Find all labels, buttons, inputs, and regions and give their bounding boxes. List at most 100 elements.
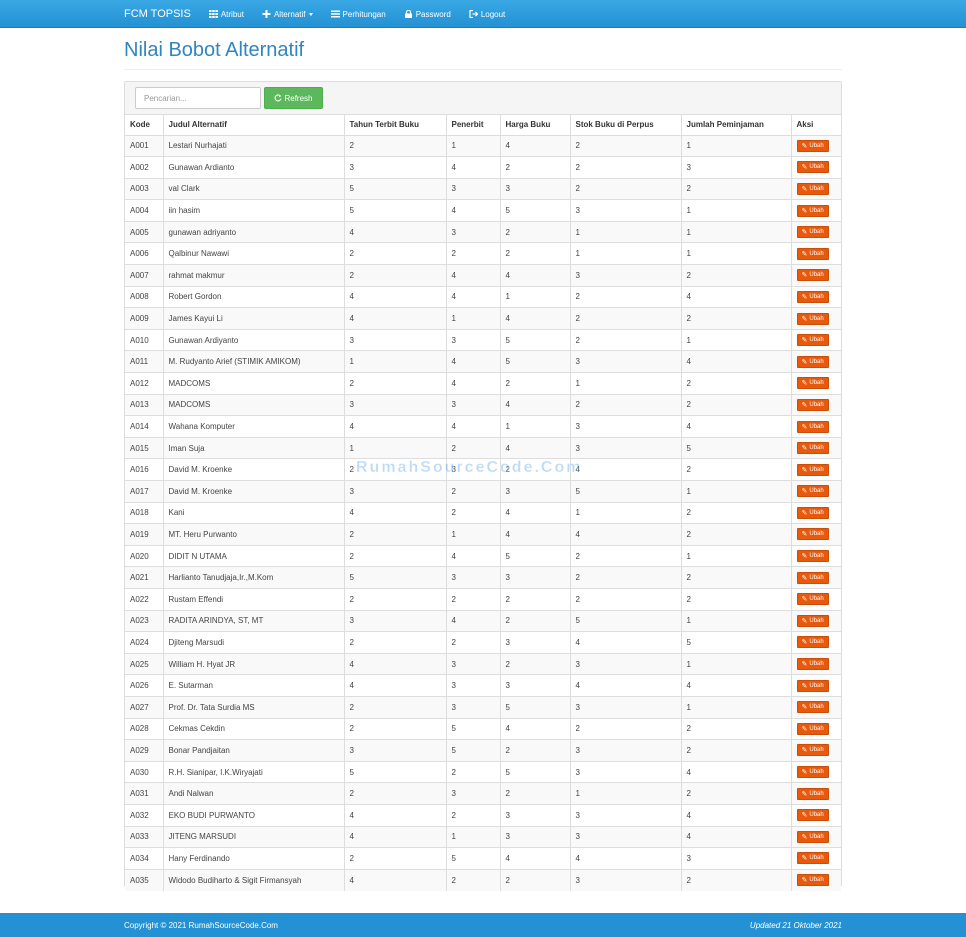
cell-penerbit: 3 [445, 782, 500, 805]
ubah-button[interactable]: ✎ Ubah [796, 874, 829, 887]
cell-stok: 3 [569, 415, 681, 438]
cell-aksi: ✎ Ubah [790, 242, 841, 265]
ubah-button[interactable]: ✎ Ubah [796, 247, 829, 260]
cell-penerbit: 4 [445, 350, 500, 373]
ubah-label: Ubah [809, 488, 824, 495]
cell-judul: RADITA ARINDYA, ST, MT [162, 609, 344, 632]
cell-kode: A002 [125, 156, 163, 179]
cell-tahun: 3 [343, 480, 446, 503]
nav-perhitungan[interactable]: Perhitungan [330, 10, 386, 19]
ubah-button[interactable]: ✎ Ubah [796, 830, 829, 843]
ubah-button[interactable]: ✎ Ubah [796, 334, 829, 347]
cell-tahun: 5 [343, 760, 446, 783]
nav-alternatif-dropdown[interactable]: Alternatif [262, 10, 313, 19]
cell-judul: MT. Heru Purwanto [162, 523, 344, 546]
refresh-button[interactable]: Refresh [264, 87, 323, 109]
cell-aksi: ✎ Ubah [790, 415, 841, 438]
refresh-label: Refresh [284, 93, 313, 103]
grid-icon [208, 10, 218, 18]
cell-judul: iin hasim [162, 199, 344, 222]
ubah-button[interactable]: ✎ Ubah [796, 226, 829, 239]
ubah-button[interactable]: ✎ Ubah [796, 766, 829, 779]
nav-atribut[interactable]: Atribut [208, 10, 244, 19]
cell-penerbit: 1 [445, 307, 500, 330]
cell-aksi: ✎ Ubah [790, 350, 841, 373]
ubah-button[interactable]: ✎ Ubah [796, 182, 829, 195]
cell-judul: Djiteng Marsudi [162, 631, 344, 654]
cell-stok: 4 [569, 523, 681, 546]
ubah-button[interactable]: ✎ Ubah [796, 701, 829, 714]
ubah-button[interactable]: ✎ Ubah [796, 679, 829, 692]
cell-penerbit: 2 [445, 501, 500, 524]
ubah-button[interactable]: ✎ Ubah [796, 852, 829, 865]
table-body: A001 Lestari Nurhajati 2 1 4 2 1 ✎ Ubah A002 Gunaw… [125, 134, 841, 891]
brand-link[interactable]: FCM TOPSIS [124, 8, 191, 20]
ubah-button[interactable]: ✎ Ubah [796, 571, 829, 584]
ubah-button[interactable]: ✎ Ubah [796, 485, 829, 498]
edit-icon: ✎ [801, 639, 808, 647]
ubah-button[interactable]: ✎ Ubah [796, 377, 829, 390]
ubah-label: Ubah [809, 812, 824, 819]
cell-penerbit: 4 [445, 264, 500, 287]
cell-penerbit: 2 [445, 868, 500, 891]
cell-judul: gunawan adriyanto [162, 220, 344, 243]
table-header-row: Kode Judul Alternatif Tahun Terbit Buku … [125, 115, 841, 136]
ubah-button[interactable]: ✎ Ubah [796, 204, 829, 217]
ubah-button[interactable]: ✎ Ubah [796, 398, 829, 411]
ubah-button[interactable]: ✎ Ubah [796, 787, 829, 800]
cell-stok: 2 [569, 307, 681, 330]
edit-icon: ✎ [801, 812, 808, 820]
ubah-button[interactable]: ✎ Ubah [796, 614, 829, 627]
cell-tahun: 2 [343, 264, 446, 287]
footer: Copyright © 2021 RumahSourceCode.Com Upd… [0, 913, 966, 937]
ubah-button[interactable]: ✎ Ubah [796, 290, 829, 303]
cell-jumlah: 2 [680, 717, 791, 740]
ubah-button[interactable]: ✎ Ubah [796, 658, 829, 671]
cell-stok: 3 [569, 350, 681, 373]
cell-stok: 2 [569, 587, 681, 611]
cell-tahun: 2 [343, 544, 446, 567]
edit-icon: ✎ [801, 790, 808, 798]
ubah-button[interactable]: ✎ Ubah [796, 506, 829, 519]
ubah-label: Ubah [809, 747, 824, 754]
ubah-button[interactable]: ✎ Ubah [796, 550, 829, 563]
ubah-button[interactable]: ✎ Ubah [796, 420, 829, 433]
cell-aksi: ✎ Ubah [790, 220, 841, 243]
nav-password[interactable]: Password [404, 10, 451, 19]
ubah-button[interactable]: ✎ Ubah [796, 312, 829, 325]
cell-stok: 3 [569, 868, 681, 891]
cell-aksi: ✎ Ubah [790, 372, 841, 395]
nav-logout[interactable]: Logout [469, 10, 505, 19]
cell-judul: David M. Kroenke [162, 480, 344, 503]
ubah-button[interactable]: ✎ Ubah [796, 744, 829, 757]
table-row: A019 MT. Heru Purwanto 2 1 4 4 2 ✎ Ubah [125, 523, 841, 546]
cell-aksi: ✎ Ubah [790, 156, 841, 179]
cell-kode: A011 [125, 350, 163, 373]
table-row: A010 Gunawan Ardiyanto 3 3 5 2 1 ✎ Ubah [125, 328, 841, 351]
ubah-button[interactable]: ✎ Ubah [796, 528, 829, 541]
cell-jumlah: 4 [680, 674, 791, 697]
ubah-button[interactable]: ✎ Ubah [796, 463, 829, 476]
ubah-button[interactable]: ✎ Ubah [796, 139, 829, 152]
cell-judul: Robert Gordon [162, 285, 344, 308]
cell-penerbit: 2 [445, 631, 500, 654]
cell-stok: 2 [569, 156, 681, 179]
plus-icon [262, 10, 271, 18]
cell-tahun: 2 [343, 782, 446, 805]
ubah-button[interactable]: ✎ Ubah [796, 442, 829, 455]
cell-penerbit: 2 [445, 242, 500, 265]
ubah-button[interactable]: ✎ Ubah [796, 269, 829, 282]
ubah-button[interactable]: ✎ Ubah [796, 809, 829, 822]
ubah-button[interactable]: ✎ Ubah [796, 161, 829, 174]
ubah-button[interactable]: ✎ Ubah [796, 636, 829, 649]
cell-harga: 2 [499, 587, 570, 611]
cell-aksi: ✎ Ubah [790, 436, 841, 459]
cell-aksi: ✎ Ubah [790, 825, 841, 848]
cell-jumlah: 2 [680, 566, 791, 589]
ubah-button[interactable]: ✎ Ubah [796, 355, 829, 368]
cell-harga: 4 [499, 134, 570, 157]
cell-stok: 1 [569, 501, 681, 524]
ubah-button[interactable]: ✎ Ubah [796, 722, 829, 735]
ubah-button[interactable]: ✎ Ubah [796, 593, 829, 606]
search-input[interactable] [135, 87, 261, 109]
